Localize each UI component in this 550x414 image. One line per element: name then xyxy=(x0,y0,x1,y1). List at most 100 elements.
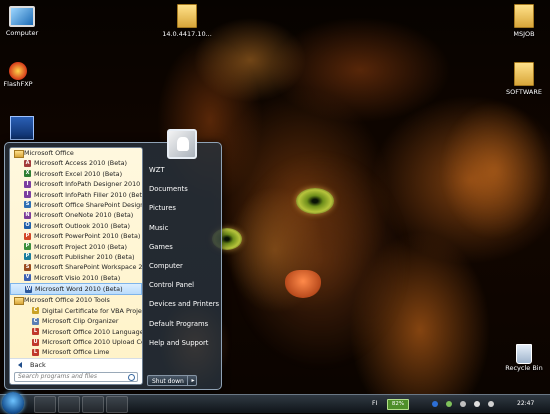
folder-icon xyxy=(14,150,24,158)
app-icon xyxy=(10,116,34,140)
program-label: Microsoft InfoPath Designer 2010 (B xyxy=(34,180,142,189)
program-folder[interactable]: Microsoft Office 2010 Tools xyxy=(10,295,142,306)
shutdown-options-button[interactable]: ▸ xyxy=(187,375,198,386)
start-link-music[interactable]: Music xyxy=(145,219,217,238)
search-input[interactable]: Search programs and files xyxy=(14,372,138,382)
program-label: Microsoft InfoPath Filler 2010 (Beta) xyxy=(34,190,142,199)
infopath-icon: I xyxy=(24,191,31,199)
volume-icon[interactable] xyxy=(488,401,494,407)
program-item[interactable]: S Microsoft Office SharePoint Designe xyxy=(10,200,142,210)
start-link-control-panel[interactable]: Control Panel xyxy=(145,276,217,295)
onenote-icon: N xyxy=(24,211,31,219)
folder-icon xyxy=(514,4,534,28)
back-arrow-icon xyxy=(18,362,22,368)
antivirus-icon[interactable] xyxy=(460,401,466,407)
program-label: Digital Certificate for VBA Projec xyxy=(42,306,142,315)
program-label: Microsoft Word 2010 (Beta) xyxy=(35,285,123,294)
network-icon[interactable] xyxy=(446,401,452,407)
taskbar-app-button[interactable] xyxy=(106,396,128,413)
program-item[interactable]: P Microsoft PowerPoint 2010 (Beta) xyxy=(10,231,142,241)
word-icon: W xyxy=(25,285,32,293)
project-icon: P xyxy=(24,243,31,251)
search-icon xyxy=(128,374,135,381)
folder-icon xyxy=(14,297,24,306)
computer-icon xyxy=(9,6,35,27)
start-link-documents[interactable]: Documents xyxy=(145,180,217,199)
program-label: Microsoft Office SharePoint Designe xyxy=(34,200,142,209)
battery-indicator[interactable]: 82% xyxy=(387,399,409,410)
program-label: Microsoft Outlook 2010 (Beta) xyxy=(34,221,131,230)
program-item[interactable]: P Microsoft Publisher 2010 (Beta) xyxy=(10,252,142,262)
flag-icon[interactable] xyxy=(474,401,480,407)
clock[interactable]: 22:47 xyxy=(517,395,534,413)
program-label: Microsoft Access 2010 (Beta) xyxy=(34,159,128,168)
program-item[interactable]: O Microsoft Outlook 2010 (Beta) xyxy=(10,221,142,231)
language-indicator[interactable]: FI xyxy=(372,395,377,413)
all-programs-list: Microsoft Office A Microsoft Access 2010 (… xyxy=(10,148,142,358)
program-item[interactable]: C Digital Certificate for VBA Projec xyxy=(10,306,142,316)
recycle-bin-icon xyxy=(516,344,532,364)
sharepoint-workspace-icon: S xyxy=(24,263,31,271)
program-item[interactable]: L Microsoft Office 2010 Language xyxy=(10,327,142,337)
lime-icon: L xyxy=(32,348,39,356)
visio-icon: V xyxy=(24,274,31,282)
clip-organizer-icon: C xyxy=(32,317,39,325)
taskbar-media-button[interactable] xyxy=(82,396,104,413)
start-link-computer[interactable]: Computer xyxy=(145,257,217,276)
cat-eye-left xyxy=(296,188,334,214)
desktop-icon-installer-folder[interactable]: 14.0.4417.10... xyxy=(157,4,217,38)
program-label: Microsoft SharePoint Workspace 201 xyxy=(34,263,142,272)
programs-pane: Microsoft Office A Microsoft Access 2010 (… xyxy=(9,147,143,385)
user-picture[interactable] xyxy=(167,129,197,159)
program-item[interactable]: X Microsoft Excel 2010 (Beta) xyxy=(10,169,142,179)
desktop-icon-recycle-bin[interactable]: Recycle Bin xyxy=(494,344,550,372)
taskbar-explorer-button[interactable] xyxy=(58,396,80,413)
program-item[interactable]: I Microsoft InfoPath Filler 2010 (Beta) xyxy=(10,190,142,200)
program-item[interactable]: S Microsoft SharePoint Workspace 201 xyxy=(10,262,142,272)
infopath-icon: I xyxy=(24,180,31,188)
desktop-icon-flashfxp[interactable]: FlashFXP xyxy=(0,62,48,88)
program-item[interactable]: V Microsoft Visio 2010 (Beta) xyxy=(10,273,142,283)
program-item[interactable]: W Microsoft Word 2010 (Beta) xyxy=(10,283,142,296)
folder-icon xyxy=(514,62,534,86)
bluetooth-icon[interactable] xyxy=(432,401,438,407)
desktop-icon-app[interactable] xyxy=(0,116,52,140)
program-label: Microsoft PowerPoint 2010 (Beta) xyxy=(34,232,141,241)
back-button[interactable]: Back xyxy=(10,358,142,370)
program-item[interactable]: L Microsoft Office Lime xyxy=(10,347,142,357)
program-label: Microsoft Publisher 2010 (Beta) xyxy=(34,252,135,261)
publisher-icon: P xyxy=(24,253,31,261)
program-label: Microsoft Office xyxy=(24,149,74,157)
desktop-icon-msjob[interactable]: MSJOB xyxy=(494,4,550,38)
start-link-games[interactable]: Games xyxy=(145,238,217,257)
start-link-pictures[interactable]: Pictures xyxy=(145,199,217,218)
program-item[interactable]: P Microsoft Project 2010 (Beta) xyxy=(10,242,142,252)
program-label: Microsoft Office 2010 Tools xyxy=(24,296,110,305)
program-folder[interactable]: Microsoft Office xyxy=(10,148,142,158)
sharepoint-icon: S xyxy=(24,201,31,209)
start-button[interactable] xyxy=(2,392,24,414)
desktop-icon-software[interactable]: SOFTWARE xyxy=(494,62,550,96)
program-label: Microsoft Excel 2010 (Beta) xyxy=(34,169,123,178)
program-item[interactable]: C Microsoft Clip Organizer xyxy=(10,316,142,326)
language-icon: L xyxy=(32,328,39,336)
excel-icon: X xyxy=(24,170,31,178)
folder-icon xyxy=(177,4,197,28)
cat-nose xyxy=(285,270,321,298)
start-link-default-programs[interactable]: Default Programs xyxy=(145,315,217,334)
desktop-icon-computer[interactable]: Computer xyxy=(0,6,52,37)
start-link-devices-and-printers[interactable]: Devices and Printers xyxy=(145,295,219,314)
program-item[interactable]: I Microsoft InfoPath Designer 2010 (B xyxy=(10,179,142,189)
start-menu: Microsoft Office A Microsoft Access 2010 (… xyxy=(4,129,222,390)
program-label: Microsoft Visio 2010 (Beta) xyxy=(34,273,121,282)
start-link-help-and-support[interactable]: Help and Support xyxy=(145,334,217,353)
outlook-icon: O xyxy=(24,222,31,230)
start-link-wzt[interactable]: WZT xyxy=(145,161,217,180)
program-label: Microsoft Office 2010 Upload Ce xyxy=(42,338,142,347)
program-item[interactable]: U Microsoft Office 2010 Upload Ce xyxy=(10,337,142,347)
program-item[interactable]: A Microsoft Access 2010 (Beta) xyxy=(10,158,142,168)
taskbar: FI 82% 22:47 xyxy=(0,392,550,414)
program-item[interactable]: N Microsoft OneNote 2010 (Beta) xyxy=(10,210,142,220)
taskbar-ie-button[interactable] xyxy=(34,396,56,413)
certificate-icon: C xyxy=(32,307,39,315)
